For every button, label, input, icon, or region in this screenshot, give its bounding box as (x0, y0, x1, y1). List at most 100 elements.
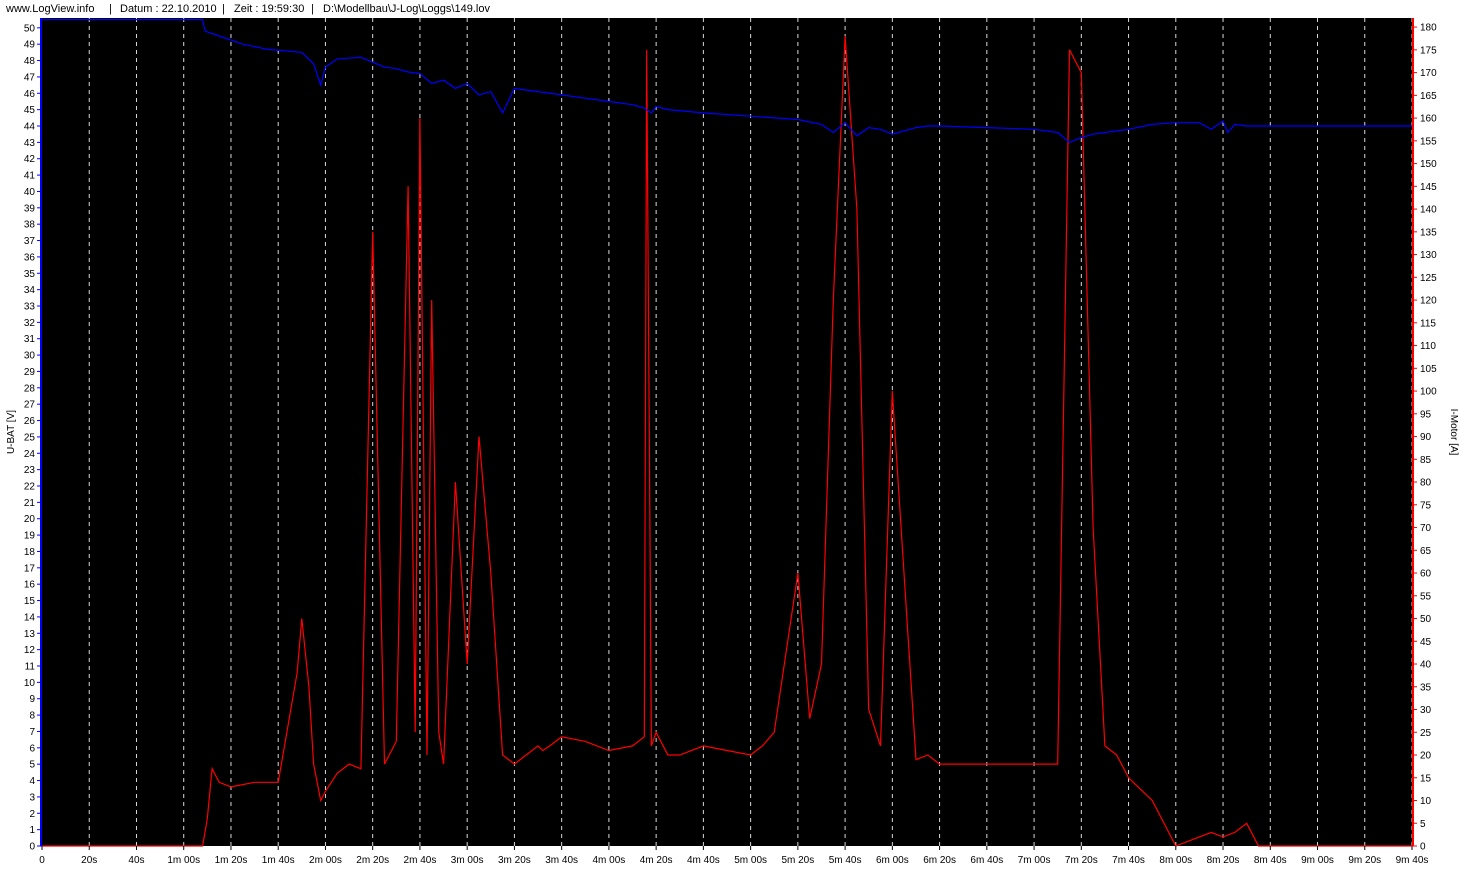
plot-background (42, 18, 1412, 846)
x-tick-label: 1m 20s (215, 855, 248, 866)
y-left-tick-label: 30 (24, 351, 36, 362)
y-right-tick-label: 85 (1420, 455, 1432, 466)
y-left-tick-label: 35 (24, 269, 36, 280)
y-left-tick-label: 22 (24, 482, 36, 493)
y-left-tick-label: 0 (29, 842, 35, 853)
y-right-tick-label: 120 (1420, 296, 1437, 307)
y-left-tick-label: 40 (24, 187, 36, 198)
y-left-tick-label: 47 (24, 72, 36, 83)
y-right-tick-label: 160 (1420, 114, 1437, 125)
x-tick-label: 3m 20s (498, 855, 531, 866)
x-tick-label: 7m 00s (1018, 855, 1051, 866)
x-tick-label: 4m 40s (687, 855, 720, 866)
x-tick-label: 4m 20s (640, 855, 673, 866)
y-left-tick-label: 14 (24, 612, 36, 623)
x-tick-label: 1m 00s (167, 855, 200, 866)
y-left-tick-label: 38 (24, 220, 36, 231)
x-tick-label: 7m 20s (1065, 855, 1098, 866)
y-left-tick-label: 41 (24, 171, 36, 182)
chart-svg: 0 20s 40s 1m 00s 1m 20s 1m 40s 2m 00s 2m 20s 2m … (6, 18, 1459, 866)
y-left-tick-label: 26 (24, 416, 36, 427)
x-tick-label: 8m 40s (1254, 855, 1287, 866)
y-left-tick-label: 28 (24, 383, 36, 394)
y-left-tick-label: 7 (29, 727, 35, 738)
y-left-tick-label: 13 (24, 629, 36, 640)
y-right-tick-label: 10 (1420, 796, 1432, 807)
y-right-tick-label: 130 (1420, 250, 1437, 261)
y-left-tick-label: 32 (24, 318, 36, 329)
y-left-tick-label: 29 (24, 367, 36, 378)
y-left-tick-label: 34 (24, 285, 36, 296)
x-tick-label: 2m 40s (404, 855, 437, 866)
y-right-tick-label: 60 (1420, 569, 1432, 580)
y-right-tick-label: 70 (1420, 523, 1432, 534)
y-left-tick-label: 10 (24, 678, 36, 689)
y-left-tick-label: 21 (24, 498, 36, 509)
y-right-tick-label: 180 (1420, 23, 1437, 34)
y-left-tick-label: 9 (29, 694, 35, 705)
y-right-tick-label: 95 (1420, 409, 1432, 420)
y-left-tick-label: 49 (24, 40, 36, 51)
y-right-tick-label: 50 (1420, 614, 1432, 625)
x-tick-label: 4m 00s (592, 855, 625, 866)
x-tick-label: 40s (128, 855, 144, 866)
x-tick-label: 20s (81, 855, 97, 866)
y-right-tick-label: 140 (1420, 205, 1437, 216)
y-right-tick-label: 125 (1420, 273, 1437, 284)
x-tick-label: 2m 00s (309, 855, 342, 866)
y-left-tick-label: 37 (24, 236, 36, 247)
y-left-tick-label: 20 (24, 514, 36, 525)
y-right-tick-label: 15 (1420, 773, 1432, 784)
y-right-axis-label: I-Motor [A] (1448, 409, 1459, 456)
y-left-tick-label: 23 (24, 465, 36, 476)
y-left-tick-label: 4 (29, 776, 35, 787)
y-right-tick-label: 115 (1420, 318, 1436, 329)
y-right-tick-label: 150 (1420, 159, 1437, 170)
y-left-tick-label: 1 (29, 825, 35, 836)
y-left-tick-label: 19 (24, 531, 36, 542)
x-tick-label: 6m 40s (970, 855, 1003, 866)
y-right-tick-label: 175 (1420, 45, 1437, 56)
y-right-tick-label: 155 (1420, 136, 1437, 147)
y-left-axis-label: U-BAT [V] (6, 410, 17, 454)
x-tick-label: 0 (39, 855, 45, 866)
y-left-tick-label: 2 (29, 809, 35, 820)
y-left-tick-label: 45 (24, 105, 36, 116)
y-left-tick-label: 11 (25, 662, 36, 673)
y-right-tick-label: 170 (1420, 68, 1437, 79)
y-left-tick-label: 31 (24, 334, 36, 345)
x-tick-label: 9m 20s (1348, 855, 1381, 866)
y-right-tick-label: 75 (1420, 500, 1432, 511)
y-left-tick-label: 16 (24, 580, 36, 591)
y-right-tick-label: 55 (1420, 591, 1432, 602)
y-left-tick-label: 25 (24, 432, 36, 443)
y-right-tick-label: 165 (1420, 91, 1437, 102)
x-tick-label: 6m 00s (876, 855, 909, 866)
x-tick-label: 8m 00s (1159, 855, 1192, 866)
y-left-tick-label: 12 (24, 645, 36, 656)
y-left-tick-label: 27 (24, 400, 36, 411)
y-right-tick-label: 80 (1420, 478, 1432, 489)
x-tick-label: 5m 00s (734, 855, 767, 866)
x-tick-label: 2m 20s (356, 855, 389, 866)
x-tick-label: 1m 40s (262, 855, 295, 866)
y-right-tick-label: 30 (1420, 705, 1432, 716)
y-left-tick-label: 42 (24, 154, 36, 165)
x-tick-label: 9m 00s (1301, 855, 1334, 866)
y-right-tick-label: 145 (1420, 182, 1437, 193)
y-right-tick-label: 40 (1420, 660, 1432, 671)
y-left-tick-label: 36 (24, 252, 36, 263)
y-left-tick-label: 8 (29, 711, 35, 722)
y-right-tick-label: 5 (1420, 819, 1426, 830)
y-right-tick-label: 45 (1420, 637, 1432, 648)
y-left-tick-label: 39 (24, 203, 36, 214)
x-tick-label: 6m 20s (923, 855, 956, 866)
y-left-tick-label: 50 (24, 23, 36, 34)
x-tick-label: 8m 20s (1207, 855, 1240, 866)
y-left-tick-label: 24 (24, 449, 36, 460)
y-left-tick-label: 43 (24, 138, 36, 149)
y-left-tick-label: 44 (24, 122, 36, 133)
y-right-tick-label: 110 (1420, 341, 1436, 352)
y-right-tick-label: 90 (1420, 432, 1432, 443)
x-tick-label: 5m 40s (829, 855, 862, 866)
